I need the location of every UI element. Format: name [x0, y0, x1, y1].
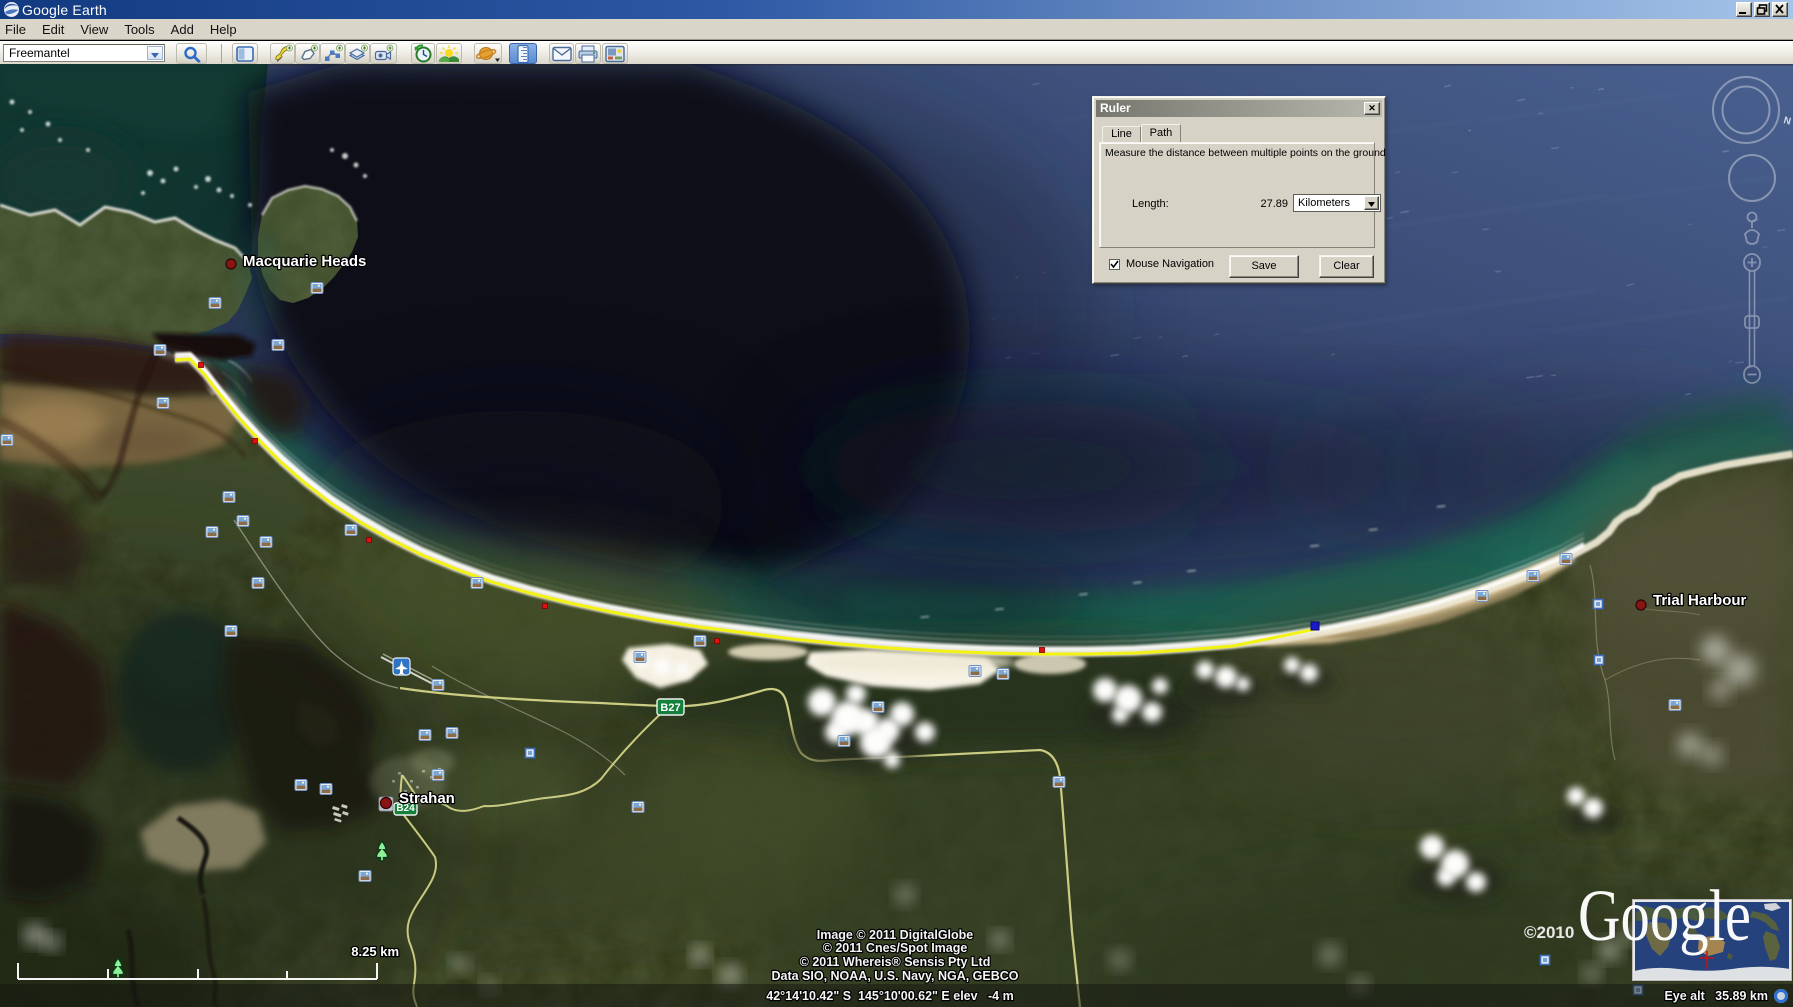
- svg-text:Eye alt 35.89 km: Eye alt 35.89 km: [1664, 989, 1768, 1003]
- svg-text:B27: B27: [660, 702, 680, 714]
- svg-text:Strahan: Strahan: [399, 790, 455, 807]
- svg-text:© 2011 Cnes/Spot Image: © 2011 Cnes/Spot Image: [823, 941, 968, 955]
- svg-text:©2010: ©2010: [1524, 923, 1574, 942]
- svg-text:8.25 km: 8.25 km: [351, 944, 399, 959]
- svg-text:Google: Google: [1578, 875, 1751, 956]
- svg-text:Image © 2011 DigitalGlobe: Image © 2011 DigitalGlobe: [817, 928, 974, 942]
- svg-text:Data SIO, NOAA, U.S. Navy, NGA: Data SIO, NOAA, U.S. Navy, NGA, GEBCO: [771, 969, 1018, 983]
- svg-text:© 2011 Whereis® Sensis Pty Ltd: © 2011 Whereis® Sensis Pty Ltd: [800, 955, 991, 969]
- svg-text:Macquarie Heads: Macquarie Heads: [243, 253, 366, 270]
- svg-text:42°14'10.42" S 145°10'00.62": 42°14'10.42" S 145°10'00.62" E elev -4 m: [766, 989, 1013, 1003]
- svg-text:Trial Harbour: Trial Harbour: [1653, 592, 1747, 609]
